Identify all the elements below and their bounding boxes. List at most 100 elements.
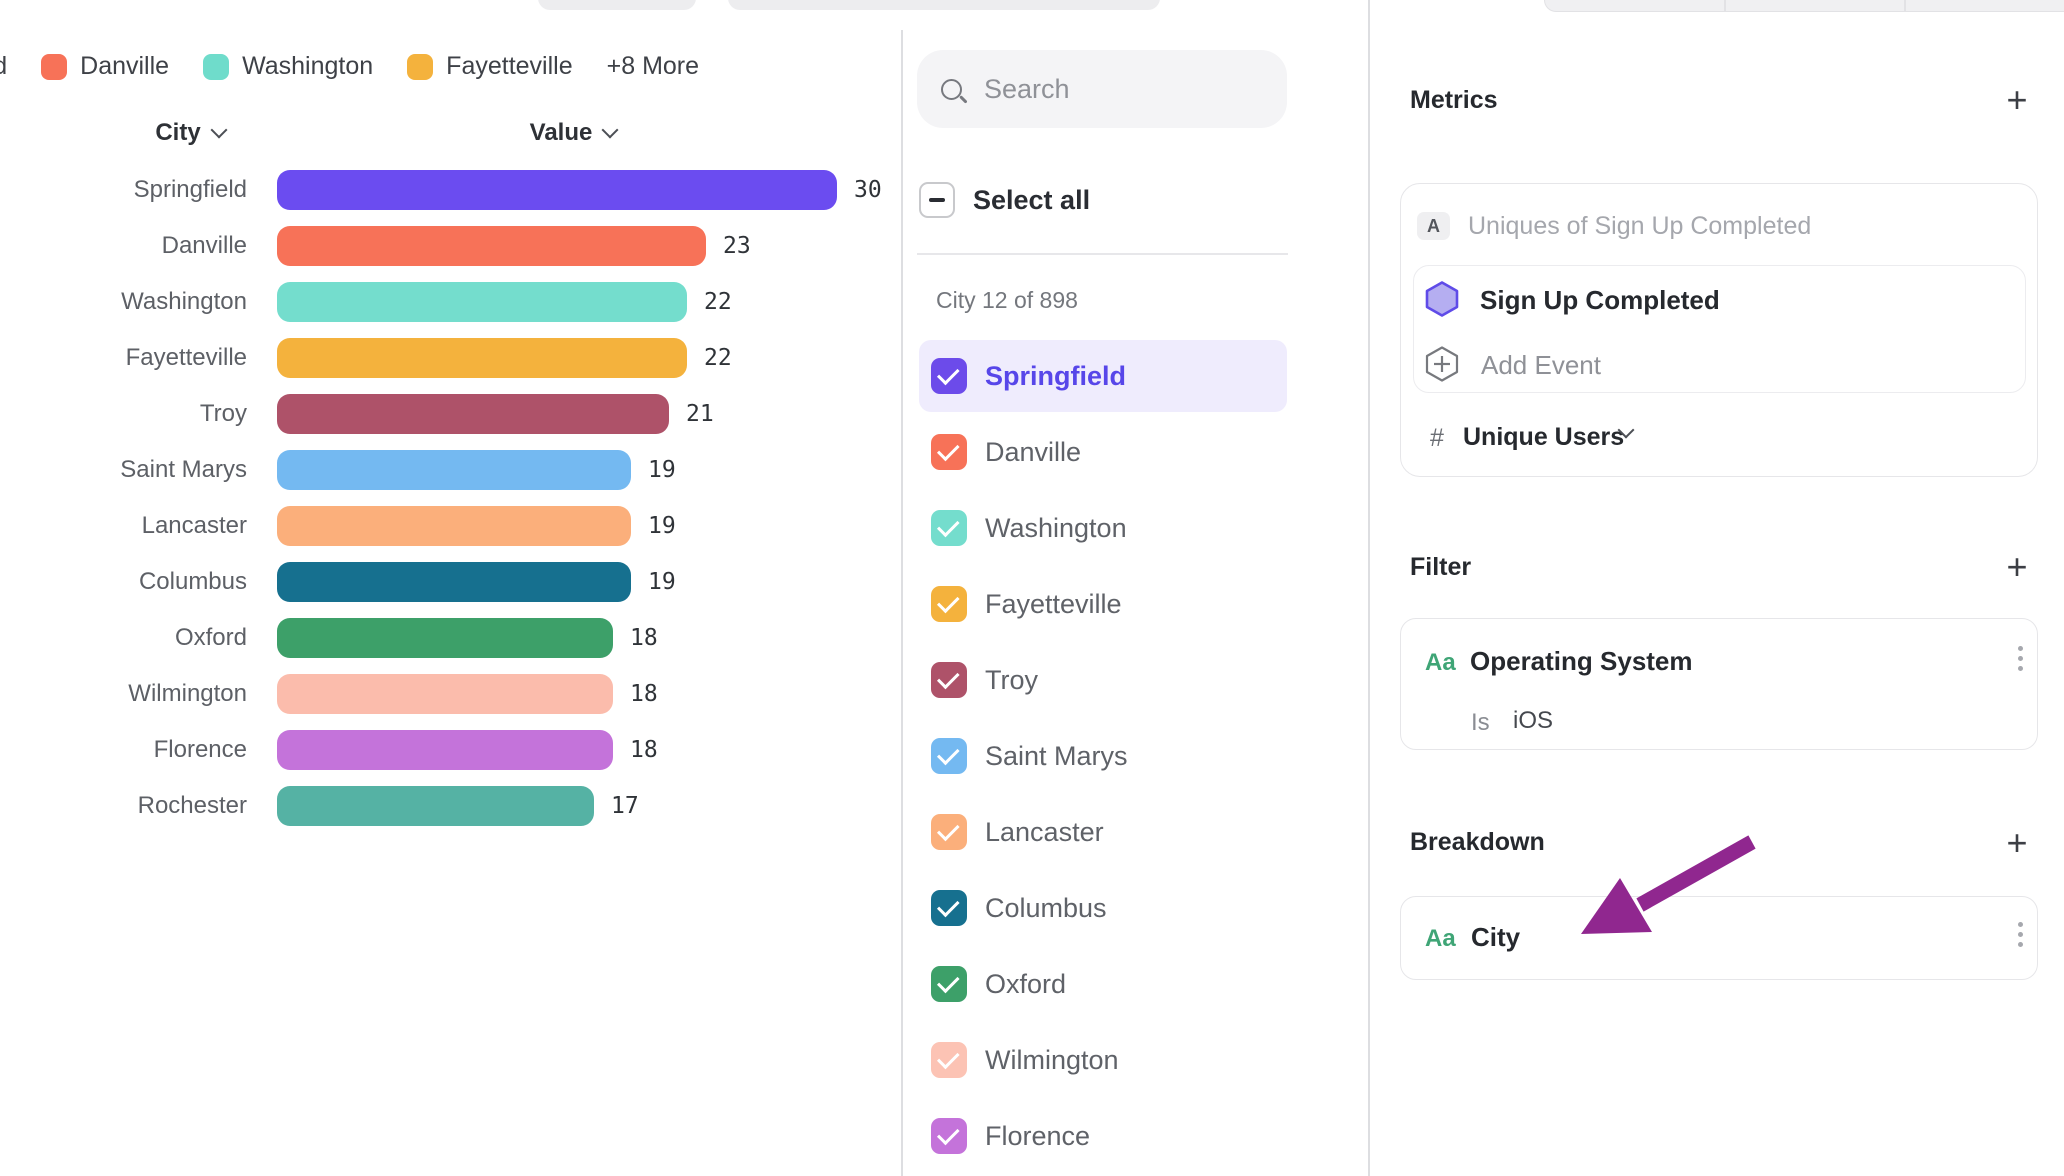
city-checkbox[interactable] (931, 662, 967, 698)
city-checkbox[interactable] (931, 1042, 967, 1078)
city-list-item[interactable]: Wilmington (919, 1024, 1287, 1096)
bar[interactable] (277, 506, 631, 546)
city-name-label: Wilmington (985, 1045, 1119, 1076)
bar[interactable] (277, 282, 687, 322)
checkmark-icon (937, 1123, 960, 1146)
city-checkbox[interactable] (931, 510, 967, 546)
bar[interactable] (277, 562, 631, 602)
checkmark-icon (937, 667, 960, 690)
add-breakdown-button[interactable]: + (2000, 826, 2034, 860)
bar[interactable] (277, 394, 669, 434)
breakdown-kebab-menu-icon[interactable] (2008, 922, 2032, 947)
metric-summary: Uniques of Sign Up Completed (1468, 212, 1811, 241)
value-header-label: Value (530, 119, 593, 147)
city-header-label: City (155, 119, 200, 147)
city-name-label: Troy (985, 665, 1038, 696)
filter-property[interactable]: Operating System (1470, 646, 1693, 677)
legend-item[interactable]: Washington (203, 52, 373, 81)
bar[interactable] (277, 170, 837, 210)
chart-row: Troy 21 (0, 386, 882, 442)
legend-item[interactable]: Fayetteville (407, 52, 572, 81)
chart-row: Fayetteville22 (0, 330, 882, 386)
bar-category-label: Saint Marys (0, 456, 247, 484)
breakdown-section-title: Breakdown (1410, 828, 1545, 857)
chart-row: Danville23 (0, 218, 882, 274)
add-event-icon (1424, 345, 1460, 383)
segmented-control-sliver[interactable] (1544, 0, 2064, 12)
city-list: Springfield Danville Washington Fayettevill… (919, 340, 1287, 1176)
city-name-label: Danville (985, 437, 1081, 468)
city-list-item[interactable]: Danville (919, 416, 1287, 488)
segment-1[interactable] (1545, 0, 1726, 11)
city-list-item[interactable]: Columbus (919, 872, 1287, 944)
select-all-checkbox[interactable] (919, 182, 955, 218)
bar-category-label: Troy (0, 400, 247, 428)
bar[interactable] (277, 730, 613, 770)
city-list-item[interactable]: Lancaster (919, 796, 1287, 868)
city-checkbox[interactable] (931, 966, 967, 1002)
filter-kebab-menu-icon[interactable] (2008, 646, 2032, 671)
city-list-item[interactable]: Saint Marys (919, 720, 1287, 792)
city-list-item[interactable]: Springfield (919, 340, 1287, 412)
bar-category-label: Wilmington (0, 680, 247, 708)
breakdown-property[interactable]: City (1471, 922, 1520, 953)
search-box[interactable] (917, 50, 1287, 128)
bar-category-label: Lancaster (0, 512, 247, 540)
city-checkbox[interactable] (931, 358, 967, 394)
bar-value-label: 22 (704, 345, 732, 371)
city-list-item[interactable]: Fayetteville (919, 568, 1287, 640)
checkmark-icon (937, 515, 960, 538)
legend-more-label[interactable]: +8 More (607, 52, 699, 81)
city-list-item[interactable]: Oxford (919, 948, 1287, 1020)
segment-3[interactable] (1906, 0, 2064, 11)
city-checkbox[interactable] (931, 738, 967, 774)
filter-operator[interactable]: Is (1471, 709, 1490, 737)
bar[interactable] (277, 786, 594, 826)
bar-category-label: Rochester (0, 792, 247, 820)
city-list-item[interactable]: Washington (919, 492, 1287, 564)
bar-value-label: 19 (648, 457, 676, 483)
city-checkbox[interactable] (931, 814, 967, 850)
chart-column-header-value[interactable]: Value (513, 118, 633, 148)
select-all-row[interactable]: Select all (919, 182, 1090, 218)
city-checkbox[interactable] (931, 586, 967, 622)
add-event-label[interactable]: Add Event (1481, 350, 1601, 381)
breakdown-type-label: Aa (1425, 925, 1456, 953)
search-input[interactable] (982, 73, 1340, 106)
bar-value-label: 21 (686, 401, 714, 427)
city-checkbox[interactable] (931, 434, 967, 470)
city-list-item[interactable]: Florence (919, 1100, 1287, 1172)
city-name-label: Washington (985, 513, 1127, 544)
chart-row: Rochester17 (0, 778, 882, 834)
event-name[interactable]: Sign Up Completed (1480, 285, 1720, 316)
filter-card[interactable] (1400, 618, 2038, 750)
add-filter-button[interactable]: + (2000, 550, 2034, 584)
measure-selector[interactable]: Unique Users (1463, 423, 1624, 452)
city-name-label: Lancaster (985, 817, 1104, 848)
add-metric-button[interactable]: + (2000, 83, 2034, 117)
bar-category-label: Oxford (0, 624, 247, 652)
city-checkbox[interactable] (931, 890, 967, 926)
chart-row: Springfield30 (0, 162, 882, 218)
city-list-item[interactable]: Troy (919, 644, 1287, 716)
bar[interactable] (277, 674, 613, 714)
tab-sliver-right[interactable] (728, 0, 1160, 10)
bar[interactable] (277, 618, 613, 658)
legend-item[interactable]: Springfield (0, 52, 7, 81)
chart-row: Wilmington18 (0, 666, 882, 722)
city-checkbox[interactable] (931, 1118, 967, 1154)
bar[interactable] (277, 338, 687, 378)
filter-value[interactable]: iOS (1513, 707, 1553, 735)
chart-column-header-city[interactable]: City (135, 118, 245, 148)
legend-item[interactable]: Danville (41, 52, 169, 81)
segment-2[interactable] (1726, 0, 1907, 11)
event-hexagon-icon (1424, 280, 1460, 318)
city-name-label: Springfield (985, 361, 1126, 392)
bar[interactable] (277, 226, 706, 266)
checkmark-icon (937, 743, 960, 766)
city-name-label: Oxford (985, 969, 1066, 1000)
list-divider (917, 253, 1288, 255)
bar[interactable] (277, 450, 631, 490)
legend-label: Springfield (0, 52, 7, 81)
tab-sliver-left[interactable] (538, 0, 696, 10)
